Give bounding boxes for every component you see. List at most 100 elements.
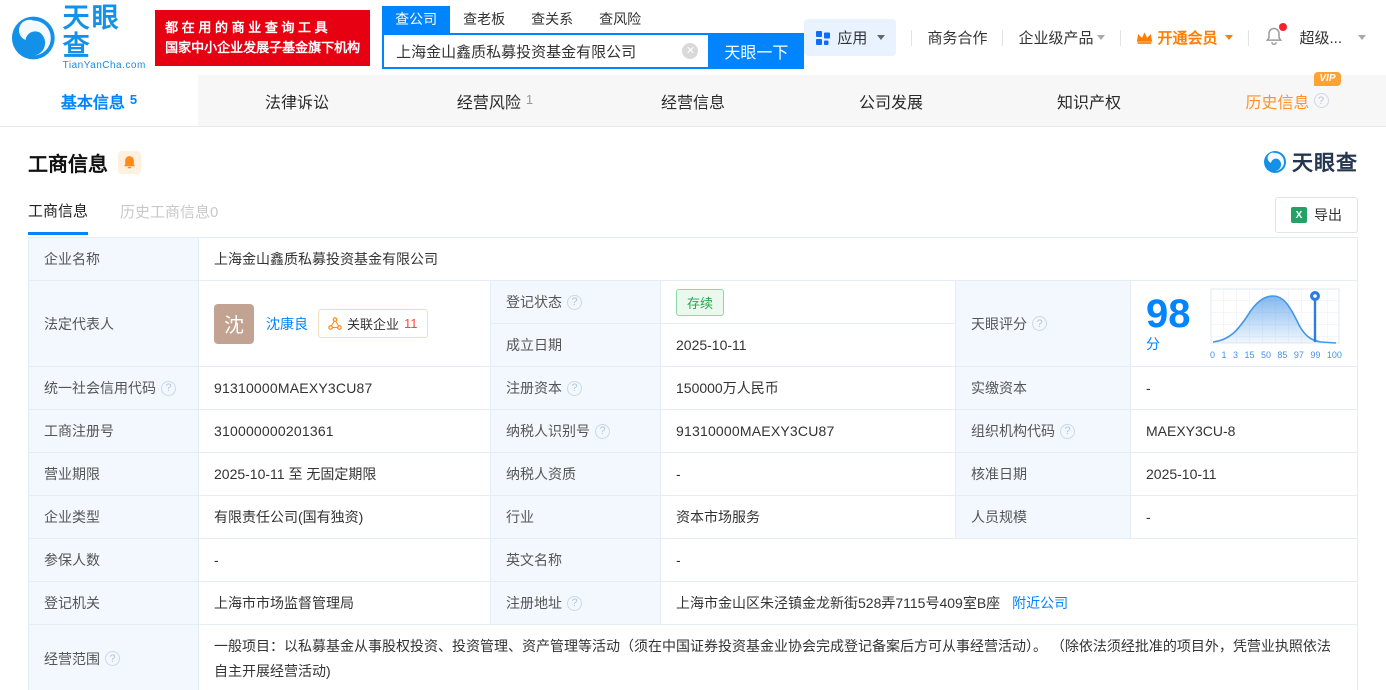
related-companies-label: 关联企业 — [347, 317, 400, 332]
field-value-paid-capital: - — [1131, 367, 1357, 410]
crown-icon — [1137, 32, 1153, 44]
apps-menu[interactable]: 应用 — [804, 19, 897, 56]
nearby-companies-link[interactable]: 附近公司 — [1012, 593, 1068, 613]
menu-open-vip-label: 开通会员 — [1157, 30, 1218, 47]
tab-intellectual-property[interactable]: 知识产权 — [990, 75, 1188, 126]
field-label-reg-authority: 登记机关 — [29, 582, 199, 625]
page-title: 工商信息 — [28, 153, 108, 176]
apps-grid-icon — [816, 30, 831, 45]
chevron-down-icon — [877, 35, 886, 40]
logo-title: 天眼查 — [62, 3, 121, 61]
field-value-taxpayer-id: 91310000MAEXY3CU87 — [661, 410, 956, 453]
field-value-staff-size: - — [1131, 496, 1357, 539]
tab-legal-litigation-label: 法律诉讼 — [264, 94, 329, 112]
monitor-bell-button[interactable] — [118, 150, 141, 174]
field-value-reg-number: 310000000201361 — [199, 410, 491, 453]
help-icon[interactable] — [567, 595, 582, 611]
field-value-business-term: 2025-10-11 至 无固定期限 — [199, 453, 491, 496]
menu-open-vip[interactable]: 开通会员 — [1136, 27, 1234, 48]
divider — [911, 29, 913, 46]
chevron-down-icon — [1225, 35, 1234, 40]
tab-history-info[interactable]: 历史信息 VIP — [1188, 71, 1386, 126]
field-value-reg-status: 存续 — [661, 281, 955, 324]
help-icon[interactable] — [1313, 93, 1329, 108]
logo-subtitle: TianYanCha.com — [62, 60, 146, 71]
search-area: 查公司 查老板 查关系 查风险 ✕ 天眼一下 — [382, 6, 805, 69]
field-value-taxpayer-quality: - — [661, 453, 956, 496]
help-icon[interactable] — [567, 380, 582, 396]
tab-operation-risk[interactable]: 经营风险 1 — [396, 75, 594, 126]
legal-rep-avatar[interactable]: 沈 — [214, 303, 254, 344]
help-icon[interactable] — [567, 294, 582, 310]
search-tab-boss[interactable]: 查老板 — [450, 6, 518, 33]
help-icon[interactable] — [595, 423, 610, 439]
field-label-paid-capital: 实缴资本 — [956, 367, 1131, 410]
tab-count: 1 — [525, 92, 534, 107]
menu-cooperation[interactable]: 商务合作 — [927, 27, 987, 48]
tianyancha-company-page: 天眼查 TianYanCha.com 都 在 用 的 商 业 查 询 工 具 国… — [0, 0, 1386, 690]
tab-operation-risk-label: 经营风险 — [456, 94, 521, 112]
help-icon[interactable] — [1032, 316, 1047, 331]
watermark-logo: 天眼查 — [1263, 147, 1358, 177]
vip-badge: VIP — [1314, 71, 1341, 86]
field-label-approval-date: 核准日期 — [956, 453, 1131, 496]
help-icon[interactable] — [161, 380, 176, 396]
field-label-legal-rep: 法定代表人 — [29, 281, 199, 367]
divider — [1120, 29, 1122, 46]
menu-super-label: 超级... — [1299, 30, 1342, 47]
menu-enterprise[interactable]: 企业级产品 — [1018, 27, 1106, 48]
legal-rep-name-link[interactable]: 沈康良 — [266, 314, 308, 334]
promo-banner: 都 在 用 的 商 业 查 询 工 具 国家中小企业发展子基金旗下机构 — [155, 9, 371, 66]
subtab-business-info[interactable]: 工商信息 — [28, 200, 89, 235]
field-value-company-type: 有限责任公司(国有独资) — [199, 496, 491, 539]
search-tab-company[interactable]: 查公司 — [382, 6, 451, 33]
tab-company-development[interactable]: 公司发展 — [792, 75, 990, 126]
field-label-reg-status: 登记状态 — [491, 281, 661, 324]
subtab-row: 工商信息 历史工商信息0 导出 — [0, 177, 1386, 237]
menu-super[interactable]: 超级... — [1299, 27, 1366, 48]
top-header: 天眼查 TianYanCha.com 都 在 用 的 商 业 查 询 工 具 国… — [0, 0, 1386, 75]
field-label-business-term: 营业期限 — [29, 453, 199, 496]
tab-intellectual-property-label: 知识产权 — [1056, 94, 1121, 112]
subtab-history-business-info[interactable]: 历史工商信息0 — [120, 201, 218, 233]
field-label-industry: 行业 — [491, 496, 661, 539]
top-menu: 应用 商务合作 企业级产品 开通会员 超级... — [804, 19, 1366, 56]
tianyancha-watermark-icon — [1264, 151, 1286, 173]
chevron-down-icon — [1097, 35, 1106, 40]
field-label-org-code: 组织机构代码 — [956, 410, 1131, 453]
field-label-tyc-score: 天眼评分 — [956, 281, 1131, 367]
tab-company-development-label: 公司发展 — [858, 94, 923, 112]
field-label-credit-code: 统一社会信用代码 — [29, 367, 199, 410]
tab-history-info-label: 历史信息 — [1245, 94, 1310, 112]
excel-icon — [1291, 207, 1307, 223]
field-value-address: 上海市金山区朱泾镇金龙新街528弄7115号409室B座 附近公司 — [661, 582, 1357, 625]
search-tab-relation[interactable]: 查关系 — [518, 6, 586, 33]
divider — [1248, 29, 1250, 46]
tianyancha-logo[interactable]: 天眼查 TianYanCha.com — [10, 4, 147, 71]
notification-dot — [1279, 22, 1288, 31]
help-icon[interactable] — [1060, 423, 1075, 439]
help-icon[interactable] — [105, 651, 120, 666]
score-distribution-chart: 01 3 15 50 85 97 99 100 — [1210, 288, 1342, 360]
export-button[interactable]: 导出 — [1275, 197, 1358, 233]
divider — [1002, 29, 1004, 46]
search-button[interactable]: 天眼一下 — [708, 33, 805, 69]
field-value-reg-capital: 150000万人民币 — [661, 367, 956, 410]
section-title-row: 工商信息 天眼查 — [0, 127, 1386, 177]
search-tab-risk[interactable]: 查风险 — [586, 6, 654, 33]
notification-bell[interactable] — [1264, 22, 1288, 50]
tab-basic-info[interactable]: 基本信息 5 — [0, 75, 198, 126]
related-companies-badge[interactable]: 关联企业 11 — [318, 309, 428, 338]
field-value-establish-date: 2025-10-11 — [676, 337, 747, 353]
tab-operation-info[interactable]: 经营信息 — [594, 75, 792, 126]
field-label-address: 注册地址 — [491, 582, 661, 625]
field-label-staff-size: 人员规模 — [956, 496, 1131, 539]
export-label: 导出 — [1314, 207, 1342, 223]
tab-operation-info-label: 经营信息 — [660, 94, 725, 112]
field-value-reg-authority: 上海市市场监督管理局 — [199, 582, 491, 625]
field-value-tyc-score: 98分 0 1 3 15 50 85 97 99 100 — [1131, 281, 1357, 367]
monitor-bell-icon — [124, 156, 135, 169]
tab-legal-litigation[interactable]: 法律诉讼 — [198, 75, 396, 126]
search-input[interactable] — [382, 33, 709, 69]
field-value-insured: - — [199, 539, 491, 582]
